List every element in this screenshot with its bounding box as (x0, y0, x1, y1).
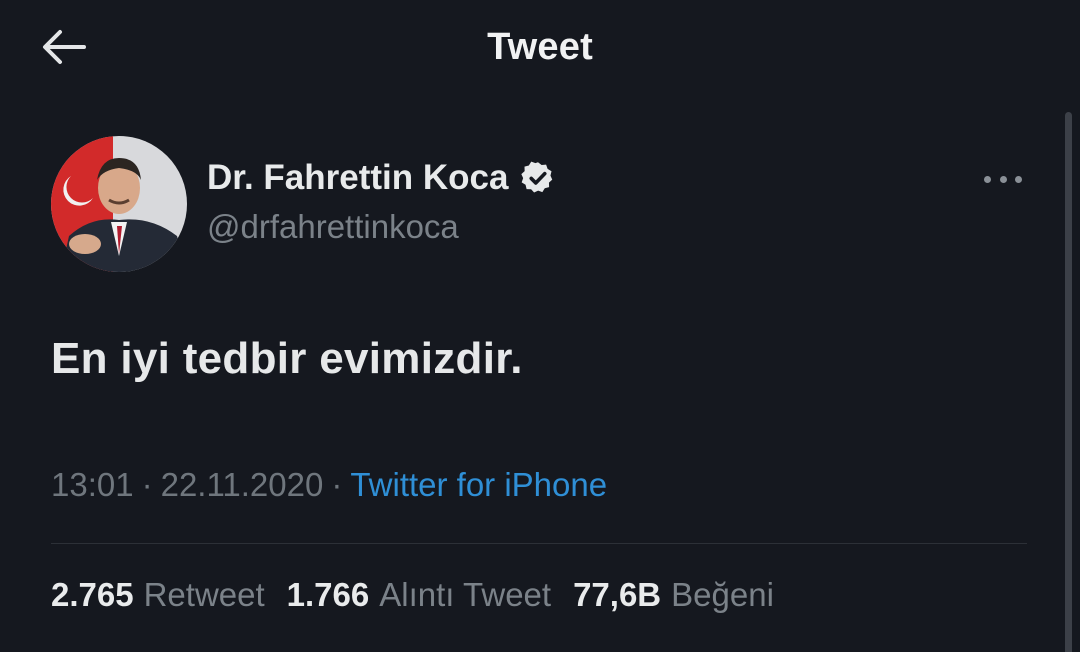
tweet-meta: 13:01 · 22.11.2020 · Twitter for iPhone (51, 466, 607, 504)
tweet-stats: 2.765 Retweet 1.766 Alıntı Tweet 77,6B Beğe… (51, 576, 774, 614)
tweet-source-link[interactable]: Twitter for iPhone (350, 466, 607, 503)
author-name[interactable]: Dr. Fahrettin Koca (207, 158, 556, 198)
stat-value: 2.765 (51, 576, 134, 613)
retweet-count[interactable]: 2.765 Retweet (51, 576, 265, 614)
dot-icon (984, 175, 991, 183)
meta-separator: · (141, 466, 153, 503)
stat-label: Beğeni (671, 576, 774, 613)
avatar[interactable] (51, 136, 187, 272)
stat-label: Alıntı Tweet (379, 576, 552, 613)
quote-tweet-count[interactable]: 1.766 Alıntı Tweet (287, 576, 551, 614)
scrollbar[interactable] (1065, 112, 1072, 652)
stat-value: 1.766 (286, 576, 370, 613)
more-options-button[interactable] (978, 164, 1028, 194)
top-bar: Tweet (0, 0, 1080, 96)
dot-icon (999, 175, 1007, 183)
dot-icon (1015, 175, 1022, 183)
verified-badge-icon (520, 160, 556, 196)
profile-photo (51, 136, 187, 272)
author-handle[interactable]: @drfahrettinkoca (207, 208, 459, 246)
stat-value: 77,6B (573, 576, 662, 613)
meta-separator: · (331, 466, 343, 503)
tweet-text: En iyi tedbir evimizdir. (51, 334, 523, 383)
like-count[interactable]: 77,6B Beğeni (573, 576, 774, 614)
divider (51, 543, 1027, 544)
tweet-screen: Tweet Dr. Fahrettin Koca @drfahrettinkoc… (0, 0, 1080, 652)
tweet-date[interactable]: 22.11.2020 (161, 466, 324, 503)
tweet-time[interactable]: 13:01 (51, 466, 134, 503)
page-title: Tweet (487, 26, 593, 68)
stat-label: Retweet (143, 576, 265, 613)
author-name-text: Dr. Fahrettin Koca (207, 158, 509, 197)
